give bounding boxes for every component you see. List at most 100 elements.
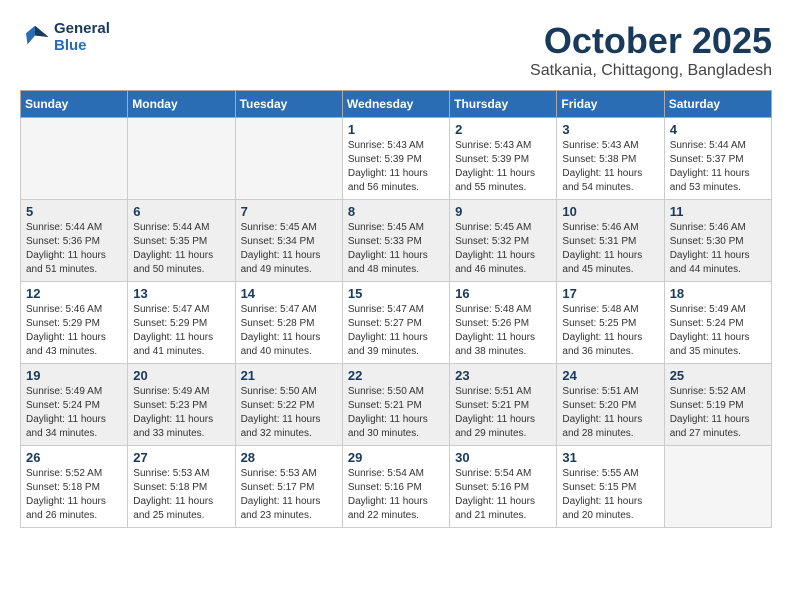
calendar-week-row: 12Sunrise: 5:46 AM Sunset: 5:29 PM Dayli… xyxy=(21,282,772,364)
weekday-header-tuesday: Tuesday xyxy=(235,91,342,118)
calendar-cell: 8 Sunrise: 5:45 AM Sunset: 5:33 PM Daylig… xyxy=(342,200,449,282)
day-number: 11 xyxy=(670,204,766,219)
cell-text: Sunrise: 5:46 AM Sunset: 5:30 PM Dayligh… xyxy=(670,221,766,277)
cell-text: Sunrise: 5:44 AM Sunset: 5:37 PM Dayligh… xyxy=(670,139,766,195)
month-title: October 2025 xyxy=(530,20,772,62)
cell-text: Sunrise: 5:49 AM Sunset: 5:23 PM Dayligh… xyxy=(133,385,229,441)
logo-text: General Blue xyxy=(54,20,110,54)
calendar-cell: 14 Sunrise: 5:47 AM Sunset: 5:28 PM Dayli… xyxy=(235,282,342,364)
cell-text: Sunrise: 5:47 AM Sunset: 5:28 PM Dayligh… xyxy=(241,303,337,359)
cell-text: Sunrise: 5:53 AM Sunset: 5:18 PM Dayligh… xyxy=(133,467,229,523)
day-number: 20 xyxy=(133,368,229,383)
cell-text: Sunrise: 5:52 AM Sunset: 5:19 PM Dayligh… xyxy=(670,385,766,441)
calendar-cell: 4 Sunrise: 5:44 AM Sunset: 5:37 PM Daylig… xyxy=(664,118,771,200)
calendar-cell xyxy=(235,118,342,200)
cell-text: Sunrise: 5:45 AM Sunset: 5:34 PM Dayligh… xyxy=(241,221,337,277)
day-number: 3 xyxy=(562,122,658,137)
calendar-cell: 2 Sunrise: 5:43 AM Sunset: 5:39 PM Daylig… xyxy=(450,118,557,200)
calendar-cell xyxy=(664,446,771,528)
day-number: 29 xyxy=(348,450,444,465)
calendar-cell: 5 Sunrise: 5:44 AM Sunset: 5:36 PM Daylig… xyxy=(21,200,128,282)
day-number: 9 xyxy=(455,204,551,219)
day-number: 24 xyxy=(562,368,658,383)
calendar-cell: 10Sunrise: 5:46 AM Sunset: 5:31 PM Dayli… xyxy=(557,200,664,282)
cell-text: Sunrise: 5:52 AM Sunset: 5:18 PM Dayligh… xyxy=(26,467,122,523)
cell-text: Sunrise: 5:51 AM Sunset: 5:20 PM Dayligh… xyxy=(562,385,658,441)
calendar-cell: 7 Sunrise: 5:45 AM Sunset: 5:34 PM Daylig… xyxy=(235,200,342,282)
cell-text: Sunrise: 5:50 AM Sunset: 5:21 PM Dayligh… xyxy=(348,385,444,441)
day-number: 7 xyxy=(241,204,337,219)
day-number: 15 xyxy=(348,286,444,301)
cell-text: Sunrise: 5:50 AM Sunset: 5:22 PM Dayligh… xyxy=(241,385,337,441)
cell-text: Sunrise: 5:43 AM Sunset: 5:39 PM Dayligh… xyxy=(455,139,551,195)
day-number: 18 xyxy=(670,286,766,301)
day-number: 1 xyxy=(348,122,444,137)
calendar-cell: 21 Sunrise: 5:50 AM Sunset: 5:22 PM Dayli… xyxy=(235,364,342,446)
day-number: 19 xyxy=(26,368,122,383)
cell-text: Sunrise: 5:44 AM Sunset: 5:36 PM Dayligh… xyxy=(26,221,122,277)
logo: General Blue xyxy=(20,20,110,54)
weekday-header-friday: Friday xyxy=(557,91,664,118)
logo-bird-icon xyxy=(20,22,50,52)
calendar-week-row: 26Sunrise: 5:52 AM Sunset: 5:18 PM Dayli… xyxy=(21,446,772,528)
calendar-cell: 13 Sunrise: 5:47 AM Sunset: 5:29 PM Dayli… xyxy=(128,282,235,364)
calendar-week-row: 1 Sunrise: 5:43 AM Sunset: 5:39 PM Daylig… xyxy=(21,118,772,200)
calendar-table: SundayMondayTuesdayWednesdayThursdayFrid… xyxy=(20,90,772,528)
day-number: 22 xyxy=(348,368,444,383)
cell-text: Sunrise: 5:43 AM Sunset: 5:38 PM Dayligh… xyxy=(562,139,658,195)
calendar-cell: 19 Sunrise: 5:49 AM Sunset: 5:24 PM Dayli… xyxy=(21,364,128,446)
day-number: 21 xyxy=(241,368,337,383)
weekday-header-thursday: Thursday xyxy=(450,91,557,118)
cell-text: Sunrise: 5:45 AM Sunset: 5:32 PM Dayligh… xyxy=(455,221,551,277)
day-number: 23 xyxy=(455,368,551,383)
cell-text: Sunrise: 5:47 AM Sunset: 5:29 PM Dayligh… xyxy=(133,303,229,359)
day-number: 8 xyxy=(348,204,444,219)
day-number: 28 xyxy=(241,450,337,465)
calendar-cell: 1 Sunrise: 5:43 AM Sunset: 5:39 PM Daylig… xyxy=(342,118,449,200)
calendar-cell: 17Sunrise: 5:48 AM Sunset: 5:25 PM Dayli… xyxy=(557,282,664,364)
cell-text: Sunrise: 5:53 AM Sunset: 5:17 PM Dayligh… xyxy=(241,467,337,523)
cell-text: Sunrise: 5:45 AM Sunset: 5:33 PM Dayligh… xyxy=(348,221,444,277)
day-number: 10 xyxy=(562,204,658,219)
day-number: 27 xyxy=(133,450,229,465)
calendar-cell: 20 Sunrise: 5:49 AM Sunset: 5:23 PM Dayli… xyxy=(128,364,235,446)
cell-text: Sunrise: 5:47 AM Sunset: 5:27 PM Dayligh… xyxy=(348,303,444,359)
day-number: 31 xyxy=(562,450,658,465)
day-number: 14 xyxy=(241,286,337,301)
cell-text: Sunrise: 5:49 AM Sunset: 5:24 PM Dayligh… xyxy=(26,385,122,441)
calendar-cell: 11 Sunrise: 5:46 AM Sunset: 5:30 PM Dayli… xyxy=(664,200,771,282)
calendar-cell: 27 Sunrise: 5:53 AM Sunset: 5:18 PM Dayli… xyxy=(128,446,235,528)
calendar-cell xyxy=(21,118,128,200)
day-number: 2 xyxy=(455,122,551,137)
cell-text: Sunrise: 5:51 AM Sunset: 5:21 PM Dayligh… xyxy=(455,385,551,441)
cell-text: Sunrise: 5:43 AM Sunset: 5:39 PM Dayligh… xyxy=(348,139,444,195)
day-number: 16 xyxy=(455,286,551,301)
cell-text: Sunrise: 5:44 AM Sunset: 5:35 PM Dayligh… xyxy=(133,221,229,277)
day-number: 6 xyxy=(133,204,229,219)
calendar-cell: 25 Sunrise: 5:52 AM Sunset: 5:19 PM Dayli… xyxy=(664,364,771,446)
calendar-header-row: SundayMondayTuesdayWednesdayThursdayFrid… xyxy=(21,91,772,118)
day-number: 4 xyxy=(670,122,766,137)
day-number: 25 xyxy=(670,368,766,383)
weekday-header-wednesday: Wednesday xyxy=(342,91,449,118)
weekday-header-monday: Monday xyxy=(128,91,235,118)
calendar-cell: 12Sunrise: 5:46 AM Sunset: 5:29 PM Dayli… xyxy=(21,282,128,364)
day-number: 5 xyxy=(26,204,122,219)
cell-text: Sunrise: 5:48 AM Sunset: 5:25 PM Dayligh… xyxy=(562,303,658,359)
calendar-cell: 3 Sunrise: 5:43 AM Sunset: 5:38 PM Daylig… xyxy=(557,118,664,200)
day-number: 30 xyxy=(455,450,551,465)
cell-text: Sunrise: 5:54 AM Sunset: 5:16 PM Dayligh… xyxy=(455,467,551,523)
calendar-cell: 9 Sunrise: 5:45 AM Sunset: 5:32 PM Daylig… xyxy=(450,200,557,282)
calendar-cell: 15 Sunrise: 5:47 AM Sunset: 5:27 PM Dayli… xyxy=(342,282,449,364)
location-title: Satkania, Chittagong, Bangladesh xyxy=(530,62,772,80)
header: General Blue October 2025 Satkania, Chit… xyxy=(20,20,772,80)
calendar-cell: 18Sunrise: 5:49 AM Sunset: 5:24 PM Dayli… xyxy=(664,282,771,364)
calendar-cell: 30 Sunrise: 5:54 AM Sunset: 5:16 PM Dayli… xyxy=(450,446,557,528)
calendar-cell: 23 Sunrise: 5:51 AM Sunset: 5:21 PM Dayli… xyxy=(450,364,557,446)
calendar-cell: 22 Sunrise: 5:50 AM Sunset: 5:21 PM Dayli… xyxy=(342,364,449,446)
calendar-cell: 26Sunrise: 5:52 AM Sunset: 5:18 PM Dayli… xyxy=(21,446,128,528)
title-section: October 2025 Satkania, Chittagong, Bangl… xyxy=(530,20,772,80)
cell-text: Sunrise: 5:48 AM Sunset: 5:26 PM Dayligh… xyxy=(455,303,551,359)
calendar-cell: 16 Sunrise: 5:48 AM Sunset: 5:26 PM Dayli… xyxy=(450,282,557,364)
day-number: 13 xyxy=(133,286,229,301)
